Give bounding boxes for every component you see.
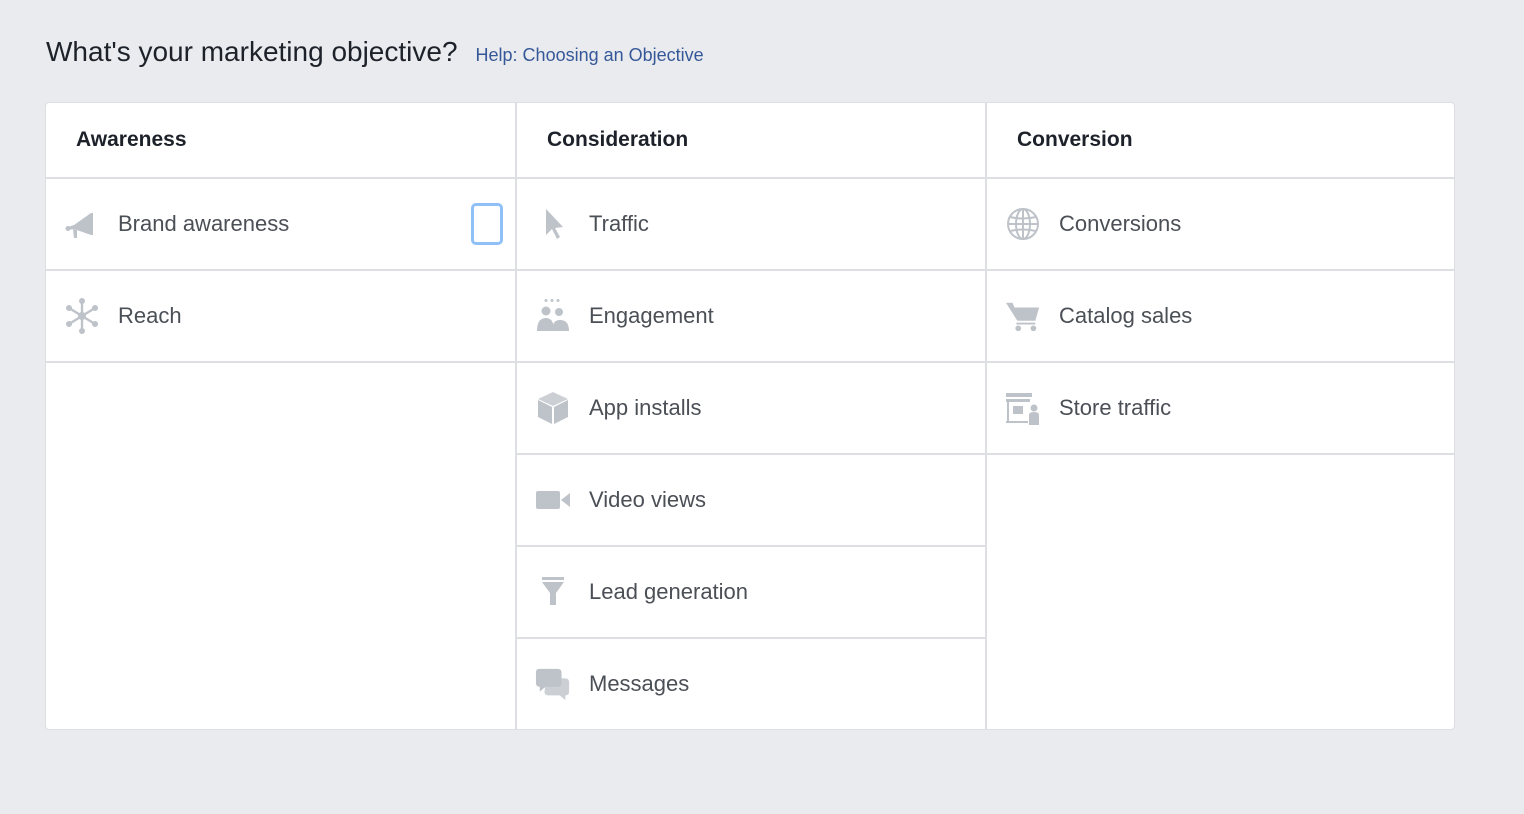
objective-label: Lead generation: [589, 579, 749, 604]
cursor-icon: [535, 206, 571, 242]
page-header: What's your marketing objective? Help: C…: [46, 36, 704, 68]
objective-brand-awareness[interactable]: Brand awareness: [46, 179, 515, 271]
objective-label: Messages: [589, 671, 690, 696]
objective-store-traffic[interactable]: Store traffic: [987, 363, 1454, 455]
video-camera-icon: [535, 482, 571, 518]
storefront-icon: [1005, 390, 1041, 426]
objective-conversions[interactable]: Conversions: [987, 179, 1454, 271]
objective-lead-generation[interactable]: Lead generation: [517, 547, 985, 639]
objective-label: Traffic: [589, 211, 649, 236]
chat-bubbles-icon: [535, 666, 571, 702]
people-icon: [535, 298, 571, 334]
objective-catalog-sales[interactable]: Catalog sales: [987, 271, 1454, 363]
objective-panel: Awareness Brand awareness Reach Consider…: [45, 102, 1455, 730]
objective-label: Video views: [589, 487, 706, 512]
megaphone-icon: [64, 206, 100, 242]
objective-label: Conversions: [1059, 211, 1182, 236]
objective-messages[interactable]: Messages: [517, 639, 985, 729]
page-title: What's your marketing objective?: [46, 36, 458, 67]
help-link[interactable]: Help: Choosing an Objective: [476, 45, 704, 66]
objective-reach[interactable]: Reach: [46, 271, 515, 363]
objective-label: App installs: [589, 395, 702, 420]
objective-engagement[interactable]: Engagement: [517, 271, 985, 363]
network-icon: [64, 298, 100, 334]
objective-app-installs[interactable]: App installs: [517, 363, 985, 455]
funnel-icon: [535, 574, 571, 610]
focus-ring: [471, 203, 503, 245]
objective-label: Brand awareness: [118, 211, 290, 236]
column-heading: Consideration: [517, 103, 985, 179]
objective-video-views[interactable]: Video views: [517, 455, 985, 547]
column-conversion: Conversion Conversions Catalog sales Sto…: [987, 103, 1454, 729]
objective-label: Store traffic: [1059, 395, 1172, 420]
column-heading: Awareness: [46, 103, 515, 179]
objective-label: Engagement: [589, 303, 714, 328]
objective-label: Catalog sales: [1059, 303, 1193, 328]
column-consideration: Consideration Traffic Engagement App ins…: [517, 103, 987, 729]
box-icon: [535, 390, 571, 426]
globe-icon: [1005, 206, 1041, 242]
objective-label: Reach: [118, 303, 182, 328]
column-heading: Conversion: [987, 103, 1454, 179]
objective-traffic[interactable]: Traffic: [517, 179, 985, 271]
column-awareness: Awareness Brand awareness Reach: [46, 103, 517, 729]
shopping-cart-icon: [1005, 298, 1041, 334]
